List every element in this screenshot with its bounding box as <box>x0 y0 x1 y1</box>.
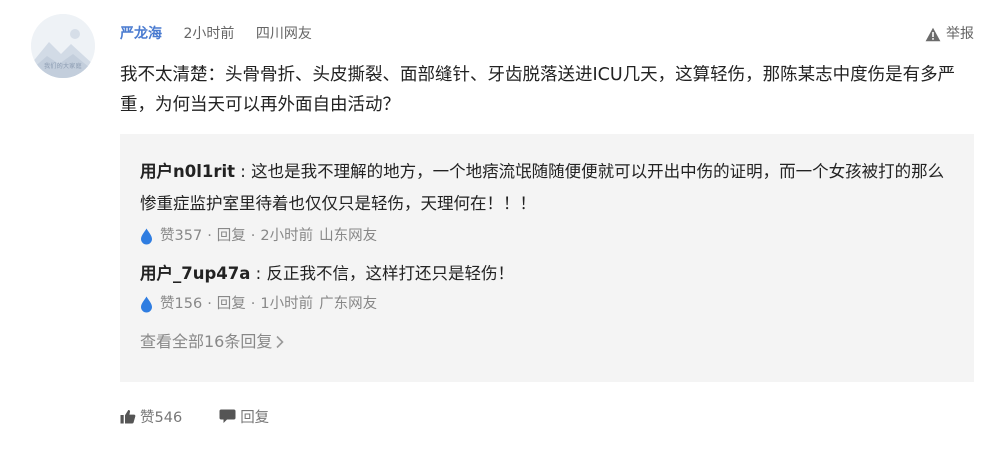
comment-meta: 严龙海 2小时前 四川网友 <box>120 24 312 44</box>
reply-item: 用户n0l1rit : 这也是我不理解的地方，一个地痞流氓随随便便就可以开出中伤… <box>140 156 960 220</box>
reply-time: 2小时前 <box>260 228 314 244</box>
chevron-right-icon <box>275 335 285 349</box>
reply-text-block: 用户_7up47a : 反正我不信，这样打还只是轻伤！ <box>140 258 960 290</box>
like-drop-icon[interactable] <box>140 228 153 245</box>
reply-meta: 赞156 · 回复 · 1小时前 广东网友 <box>140 294 377 314</box>
reply-text: 反正我不信，这样打还只是轻伤！ <box>266 264 514 283</box>
comment-text: 我不太清楚：头骨骨折、头皮撕裂、面部缝针、牙齿脱落送进ICU几天，这算轻伤，那陈… <box>120 65 956 115</box>
reply-button[interactable]: 回复 <box>217 226 246 246</box>
speech-bubble-icon <box>219 409 236 424</box>
comment-actions: 赞546 回复 <box>120 406 306 427</box>
view-all-label: 查看全部16条回复 <box>140 332 273 351</box>
replies-box: 用户n0l1rit : 这也是我不理解的地方，一个地痞流氓随随便便就可以开出中伤… <box>120 134 974 382</box>
reply-username[interactable]: 用户n0l1rit <box>140 162 235 181</box>
separator-dot: · <box>250 228 256 244</box>
comment-location: 四川网友 <box>255 26 312 42</box>
reply-meta: 赞357 · 回复 · 2小时前 山东网友 <box>140 226 377 246</box>
like-count: 赞546 <box>140 410 183 426</box>
warning-icon <box>925 27 941 42</box>
reply-location: 山东网友 <box>319 228 378 244</box>
avatar-text: 我们的大家庭 <box>44 63 82 70</box>
like-button[interactable]: 赞546 <box>120 406 182 427</box>
reply-like-count[interactable]: 赞156 <box>160 294 202 314</box>
comment-time: 2小时前 <box>183 26 235 42</box>
reply-time: 1小时前 <box>260 296 314 312</box>
reply-like-count[interactable]: 赞357 <box>160 226 202 246</box>
separator-dot: · <box>207 296 212 312</box>
view-all-replies-link[interactable]: 查看全部16条回复 <box>140 331 285 353</box>
report-label: 举报 <box>946 26 974 42</box>
reply-location: 广东网友 <box>319 296 378 312</box>
avatar[interactable]: 我们的大家庭 <box>31 14 95 78</box>
reply-item: 用户_7up47a : 反正我不信，这样打还只是轻伤！ <box>140 258 960 290</box>
separator-dot: · <box>250 296 256 312</box>
reply-comment-button[interactable]: 回复 <box>219 406 269 427</box>
reply-text: 这也是我不理解的地方，一个地痞流氓随随便便就可以开出中伤的证明，而一个女孩被打的… <box>140 162 945 213</box>
thumbs-up-icon <box>120 409 136 424</box>
reply-button[interactable]: 回复 <box>217 294 246 314</box>
like-drop-icon[interactable] <box>140 296 153 313</box>
comment-username[interactable]: 严龙海 <box>120 26 162 42</box>
reply-separator: : <box>235 162 252 181</box>
reply-text-block: 用户n0l1rit : 这也是我不理解的地方，一个地痞流氓随随便便就可以开出中伤… <box>140 156 960 220</box>
report-button[interactable]: 举报 <box>925 24 974 44</box>
reply-comment-label: 回复 <box>240 410 270 426</box>
separator-dot: · <box>207 228 212 244</box>
reply-username[interactable]: 用户_7up47a <box>140 264 250 283</box>
reply-separator: : <box>250 264 267 283</box>
